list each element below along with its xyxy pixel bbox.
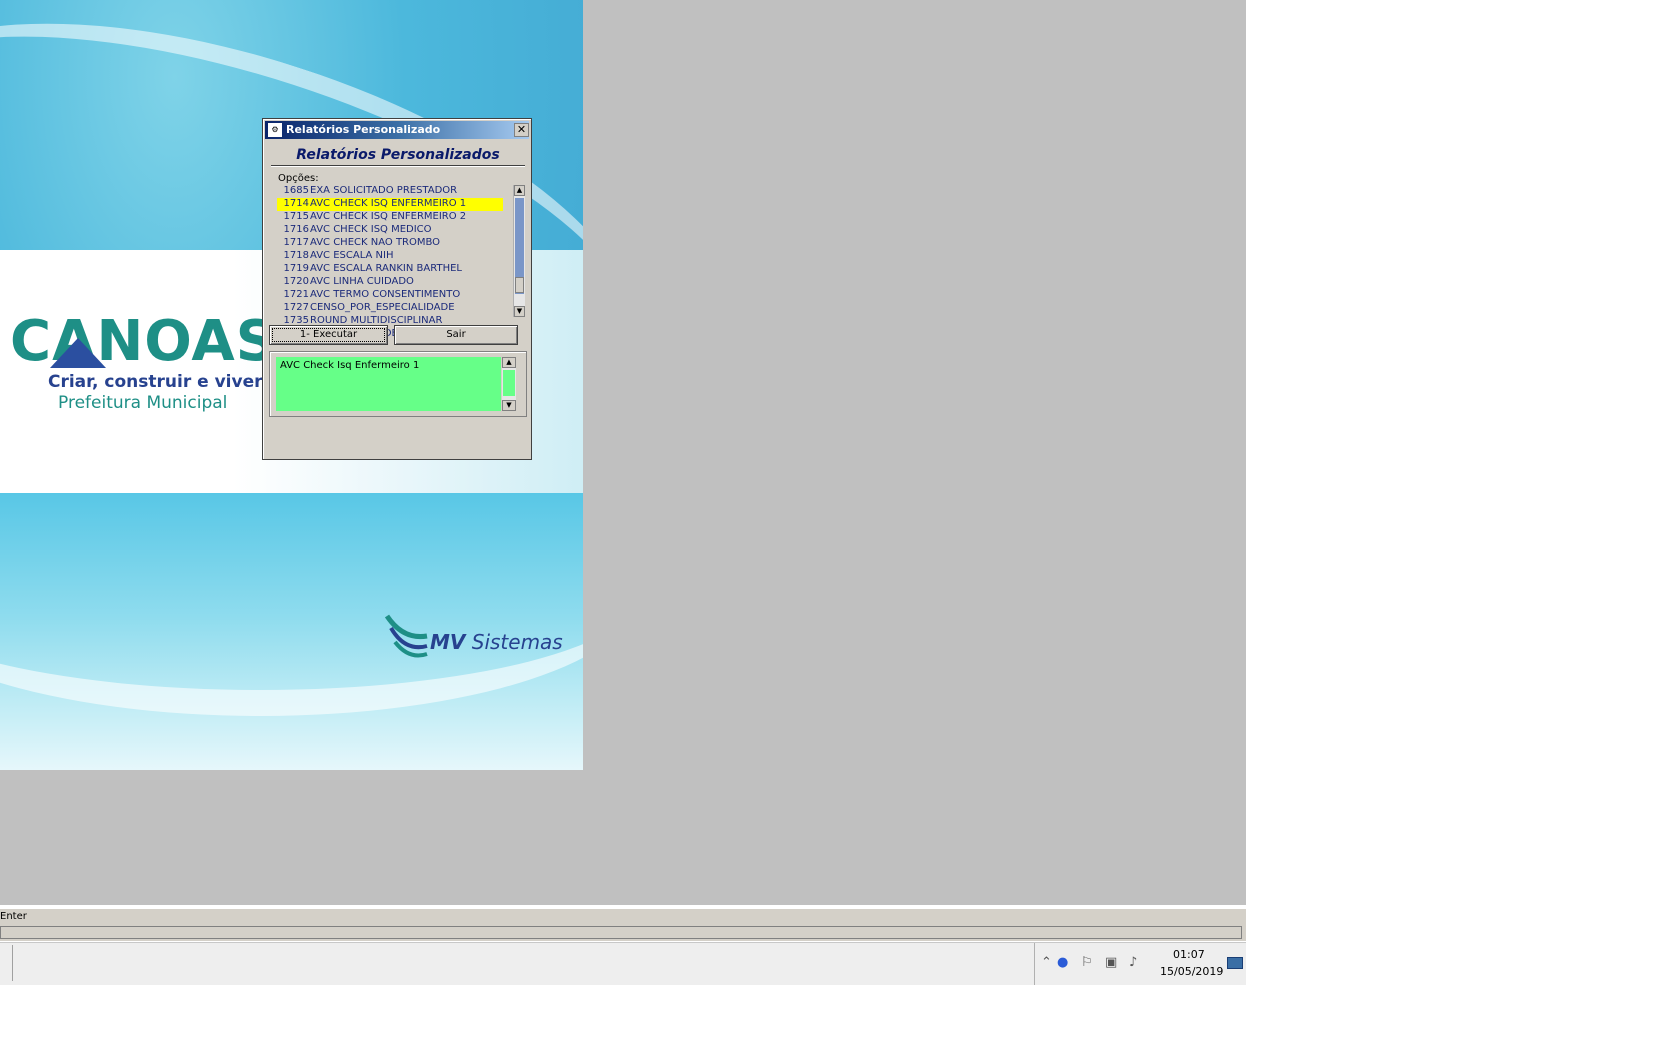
speaker-icon[interactable]: ♪ bbox=[1129, 955, 1137, 970]
close-icon: ✕ bbox=[516, 123, 527, 136]
list-item-name: AVC ESCALA NIH bbox=[310, 250, 394, 261]
mv-sistemas-text: MV Sistemas bbox=[430, 630, 563, 654]
app-icon: ⚙ bbox=[268, 123, 282, 137]
list-item-name: AVC CHECK ISQ ENFERMEIRO 1 bbox=[310, 198, 467, 209]
list-scrollbar[interactable]: ▲ ▼ bbox=[513, 185, 525, 317]
canoas-slogan: Criar, construir e viver bbox=[48, 372, 263, 392]
taskbar: ⌃ ● ⚐ ▣ ♪ 01:07 15/05/2019 bbox=[0, 942, 1246, 985]
list-item-name: AVC LINHA CUIDADO bbox=[310, 276, 414, 287]
mv-sistemas-logo: MV Sistemas bbox=[383, 612, 573, 662]
heading-divider bbox=[271, 165, 525, 167]
mv-swoosh-icon bbox=[384, 614, 428, 658]
list-item-name: AVC CHECK ISQ MEDICO bbox=[310, 224, 432, 235]
list-item-name: AVC CHECK NAO TROMBO bbox=[310, 237, 441, 248]
list-item-name: CENSO_POR_ESPECIALIDADE bbox=[310, 302, 455, 313]
scroll-up-icon[interactable]: ▲ bbox=[502, 357, 516, 368]
list-scroll-thumb[interactable] bbox=[515, 277, 524, 293]
description-scrollbar[interactable]: ▲ ▼ bbox=[502, 357, 516, 411]
status-text: Enter bbox=[0, 911, 27, 922]
flag-icon[interactable]: ⚐ bbox=[1081, 955, 1093, 970]
scroll-up-icon[interactable]: ▲ bbox=[514, 185, 525, 196]
description-text: AVC Check Isq Enfermeiro 1 bbox=[276, 357, 501, 411]
clock-time[interactable]: 01:07 bbox=[1173, 948, 1205, 961]
description-panel: AVC Check Isq Enfermeiro 1 ▲ ▼ bbox=[269, 351, 527, 417]
taskbar-start-area[interactable] bbox=[0, 945, 13, 981]
list-item-code: 1719 bbox=[283, 263, 309, 274]
execute-button[interactable]: 1- Executar bbox=[269, 325, 388, 345]
report-options-list[interactable]: 1685 EXA SOLICITADO PRESTADOR 1714 AVC CHEC… bbox=[277, 185, 513, 339]
list-item-name: EXA SOLICITADO PRESTADOR bbox=[310, 185, 458, 196]
list-item[interactable]: 1685 EXA SOLICITADO PRESTADOR bbox=[277, 185, 503, 198]
splash-wave-decoration bbox=[0, 470, 583, 716]
dialog-heading: Relatórios Personalizados bbox=[296, 147, 500, 163]
list-item[interactable]: 1714 AVC CHECK ISQ ENFERMEIRO 1 bbox=[277, 198, 503, 211]
mv-bold-text: MV bbox=[430, 630, 466, 654]
list-item[interactable]: 1715 AVC CHECK ISQ ENFERMEIRO 2 bbox=[277, 211, 503, 224]
status-bar: Enter bbox=[0, 907, 1246, 941]
close-button[interactable]: ✕ bbox=[514, 123, 529, 137]
monitor-icon[interactable]: ▣ bbox=[1105, 955, 1117, 970]
scroll-down-icon[interactable]: ▼ bbox=[514, 306, 525, 317]
list-item-code: 1714 bbox=[283, 198, 309, 209]
list-item-name: AVC ESCALA RANKIN BARTHEL bbox=[310, 263, 462, 274]
show-desktop-button[interactable] bbox=[1227, 957, 1243, 969]
mv-rest-text: Sistemas bbox=[465, 630, 563, 654]
list-item-code: 1716 bbox=[283, 224, 309, 235]
list-item-code: 1717 bbox=[283, 237, 309, 248]
dialog-titlebar[interactable]: ⚙ Relatórios Personalizado ✕ bbox=[265, 121, 529, 139]
list-item-name: AVC CHECK ISQ ENFERMEIRO 2 bbox=[310, 211, 467, 222]
chevron-up-icon[interactable]: ⌃ bbox=[1041, 955, 1052, 970]
list-item[interactable]: 1718 AVC ESCALA NIH bbox=[277, 250, 503, 263]
relatorios-dialog: ⚙ Relatórios Personalizado ✕ Relatórios … bbox=[262, 118, 532, 460]
network-icon[interactable]: ● bbox=[1057, 955, 1068, 970]
description-scroll-thumb[interactable] bbox=[503, 370, 515, 396]
canoas-roof-icon bbox=[50, 338, 106, 368]
list-item[interactable]: 1727 CENSO_POR_ESPECIALIDADE bbox=[277, 302, 503, 315]
canoas-logo: CANOAS Criar, construir e viver Prefeitu… bbox=[10, 312, 277, 414]
clock-date[interactable]: 15/05/2019 bbox=[1160, 965, 1223, 978]
list-item[interactable]: 1719 AVC ESCALA RANKIN BARTHEL bbox=[277, 263, 503, 276]
exit-button[interactable]: Sair bbox=[394, 325, 518, 345]
list-item-name: AVC TERMO CONSENTIMENTO bbox=[310, 289, 461, 300]
status-field bbox=[0, 926, 1242, 939]
list-item-code: 1685 bbox=[283, 185, 309, 196]
list-item-code: 1720 bbox=[283, 276, 309, 287]
list-item-code: 1718 bbox=[283, 250, 309, 261]
list-item-code: 1721 bbox=[283, 289, 309, 300]
list-item[interactable]: 1720 AVC LINHA CUIDADO bbox=[277, 276, 503, 289]
list-item[interactable]: 1716 AVC CHECK ISQ MEDICO bbox=[277, 224, 503, 237]
list-item[interactable]: 1717 AVC CHECK NAO TROMBO bbox=[277, 237, 503, 250]
scroll-down-icon[interactable]: ▼ bbox=[502, 400, 516, 411]
system-tray: ⌃ ● ⚐ ▣ ♪ 01:07 15/05/2019 bbox=[1034, 943, 1247, 985]
options-label: Opções: bbox=[278, 173, 319, 184]
list-item-code: 1715 bbox=[283, 211, 309, 222]
list-item[interactable]: 1721 AVC TERMO CONSENTIMENTO bbox=[277, 289, 503, 302]
canoas-subtitle: Prefeitura Municipal bbox=[58, 393, 228, 413]
dialog-title: Relatórios Personalizado bbox=[286, 123, 441, 136]
list-item-code: 1727 bbox=[283, 302, 309, 313]
